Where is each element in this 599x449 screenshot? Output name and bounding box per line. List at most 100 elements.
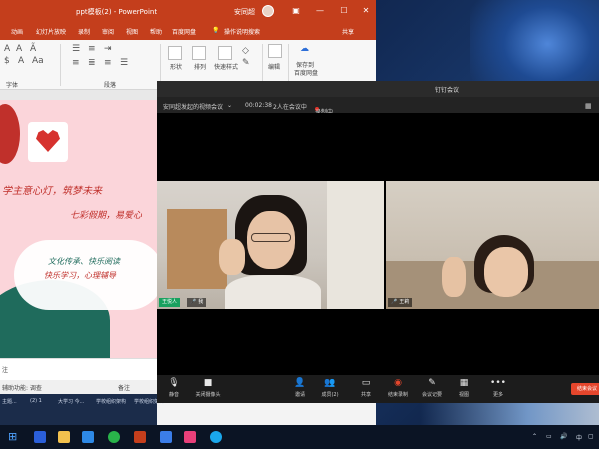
notification-icon[interactable]: ▢ xyxy=(588,433,594,440)
minutes-button[interactable]: ✎ 会议记要 xyxy=(415,377,449,398)
remote-participant-face xyxy=(484,247,528,297)
camera-icon: ■ xyxy=(203,378,213,388)
chevron-down-icon[interactable]: ⌄ xyxy=(227,102,232,109)
folder-icon[interactable] xyxy=(58,431,70,443)
video-tile-remote[interactable]: 🎤 王莉 xyxy=(386,181,599,309)
mute-button[interactable]: 🎙 静音 xyxy=(157,377,191,398)
align-right-icon[interactable]: ≡ xyxy=(104,58,112,68)
tell-me-search[interactable]: 操作说明搜索 xyxy=(224,27,260,36)
group-font-label: 字体 xyxy=(6,82,19,89)
meeting-name[interactable]: 安同超发起的视频会议 xyxy=(163,102,223,111)
highlight-icon[interactable]: Aa xyxy=(32,56,44,66)
end-meeting-button[interactable]: 结束会议 xyxy=(571,383,599,395)
font-color-icon[interactable]: A xyxy=(18,56,24,66)
tab-animation[interactable]: 动画 xyxy=(11,27,23,36)
minimize-icon[interactable]: — xyxy=(314,5,326,17)
bg-item-4[interactable]: 学校组织架构 xyxy=(96,398,126,405)
mic-icon: 🎙 xyxy=(168,378,180,388)
align-left-icon[interactable]: ≡ xyxy=(72,58,80,68)
ime-icon[interactable]: 中 xyxy=(576,433,582,442)
ribbon-separator-4 xyxy=(288,44,289,86)
members-icon: 👥 xyxy=(324,378,336,388)
slide-subtitle: 七彩假期，易爱心 xyxy=(70,211,143,221)
ribbon-separator xyxy=(60,44,61,86)
background-window-strip: 主题... (2) 1 大学习 今... 学校组织架构 学校组织架构 xyxy=(0,394,164,425)
camera-button[interactable]: ■ 关闭摄像头 xyxy=(191,377,225,398)
shape-fill-icon[interactable]: ◇ xyxy=(242,46,249,56)
share-screen-button[interactable]: ▭ 共享 xyxy=(349,377,383,398)
bg-item-3[interactable]: 大学习 今... xyxy=(58,398,84,405)
accessibility-status[interactable]: 辅助功能: 调查 xyxy=(2,383,42,392)
meeting-app-title: 钉钉会议 xyxy=(435,87,460,94)
more-button[interactable]: ••• 更多 xyxy=(481,377,515,398)
baidu-label[interactable]: 百度网盘 xyxy=(294,68,318,77)
tab-review[interactable]: 审阅 xyxy=(102,27,114,36)
slide-text-line-4: 快乐学习，心理辅导 xyxy=(44,271,116,280)
ppt-window-title: ppt模板(2) - PowerPoint xyxy=(76,8,158,16)
meeting-toolbar: 🎙 静音 ■ 关闭摄像头 👤 邀请 👥 成员(2) ▭ 共享 ◉ 结束录制 ✎ 会议记要 ▦ 视… xyxy=(157,375,599,403)
numbering-icon[interactable]: ≡ xyxy=(88,44,96,54)
participant-shirt xyxy=(225,275,321,309)
tab-slideshow[interactable]: 幻灯片放映 xyxy=(36,27,66,36)
quick-style-label[interactable]: 快速样式 xyxy=(214,62,238,71)
notes-pane[interactable]: 注 xyxy=(0,358,160,380)
maximize-icon[interactable]: ☐ xyxy=(338,5,350,17)
invite-icon: 👤 xyxy=(294,378,306,388)
arrange-icon[interactable] xyxy=(192,46,206,60)
shape-label[interactable]: 形状 xyxy=(170,62,182,71)
bullets-icon[interactable]: ☰ xyxy=(72,44,80,54)
volume-icon[interactable]: 🔊 xyxy=(560,433,567,440)
mic-icon-remote: 🎤 xyxy=(391,299,398,305)
dingtalk-icon[interactable] xyxy=(210,431,222,443)
shape-outline-icon[interactable]: ✎ xyxy=(242,58,250,68)
windows-start-icon[interactable]: ⊞ xyxy=(8,430,20,443)
edit-label[interactable]: 编辑 xyxy=(268,62,280,71)
baidu-cloud-icon[interactable]: ☁ xyxy=(300,44,309,54)
tab-baidu[interactable]: 百度网盘 xyxy=(172,27,196,36)
view-button[interactable]: ▦ 视图 xyxy=(447,377,481,398)
align-center-icon[interactable]: ≣ xyxy=(88,58,96,68)
bg-item-1[interactable]: 主题... xyxy=(2,398,17,405)
tab-record[interactable]: 录制 xyxy=(78,27,90,36)
slide-decoration-red xyxy=(0,104,20,164)
app-icon[interactable] xyxy=(160,431,172,443)
participant-hand xyxy=(219,239,245,275)
background-door xyxy=(327,181,384,309)
search-icon[interactable] xyxy=(268,44,282,58)
tile-left-name: 王悦人 xyxy=(162,299,178,305)
ppt-user-name[interactable]: 安同超 xyxy=(234,7,255,17)
share-button[interactable]: 共享 xyxy=(342,27,354,36)
word-icon[interactable] xyxy=(34,431,46,443)
strikethrough-icon[interactable]: $ xyxy=(4,56,10,66)
quick-style-icon[interactable] xyxy=(218,46,232,60)
ribbon-display-icon[interactable]: ▣ xyxy=(290,5,302,17)
members-button[interactable]: 👥 成员(2) xyxy=(313,377,347,398)
mail-icon[interactable] xyxy=(82,431,94,443)
name-tag-self: 王悦人 xyxy=(159,298,181,307)
tab-view[interactable]: 视图 xyxy=(126,27,138,36)
shape-icon[interactable] xyxy=(168,46,182,60)
notes-toggle[interactable]: 备注 xyxy=(118,383,130,392)
arrange-label[interactable]: 排列 xyxy=(194,62,206,71)
slide-canvas[interactable]: 学主意心灯，筑梦未来 七彩假期，易爱心 文化传承、快乐阅读 快乐学习，心理辅导 xyxy=(0,100,160,358)
video-tile-self[interactable]: 王悦人 🎤 我 xyxy=(157,181,384,309)
clear-format-icon[interactable]: Ã xyxy=(30,44,36,54)
record-icon: ◉ xyxy=(394,378,402,388)
network-icon[interactable]: ▭ xyxy=(546,433,552,440)
font-shrink-icon[interactable]: A xyxy=(16,44,22,54)
layout-icon[interactable]: ▦ xyxy=(585,102,592,110)
justify-icon[interactable]: ☰ xyxy=(120,58,128,68)
stop-recording-button[interactable]: ◉ 结束录制 xyxy=(381,377,415,398)
tab-help[interactable]: 帮助 xyxy=(150,27,162,36)
video-app-icon[interactable] xyxy=(184,431,196,443)
bg-item-2[interactable]: (2) 1 xyxy=(30,398,42,404)
powerpoint-icon[interactable] xyxy=(134,431,146,443)
tray-chevron-icon[interactable]: ⌃ xyxy=(532,433,537,440)
indent-icon[interactable]: ⇥ xyxy=(104,44,112,54)
name-tag-self-mic: 🎤 我 xyxy=(187,298,207,307)
invite-button[interactable]: 👤 邀请 xyxy=(283,377,317,398)
close-icon[interactable]: ✕ xyxy=(360,5,372,17)
font-size-icon[interactable]: A xyxy=(4,44,10,54)
wechat-icon[interactable] xyxy=(108,431,120,443)
avatar[interactable] xyxy=(262,5,274,17)
